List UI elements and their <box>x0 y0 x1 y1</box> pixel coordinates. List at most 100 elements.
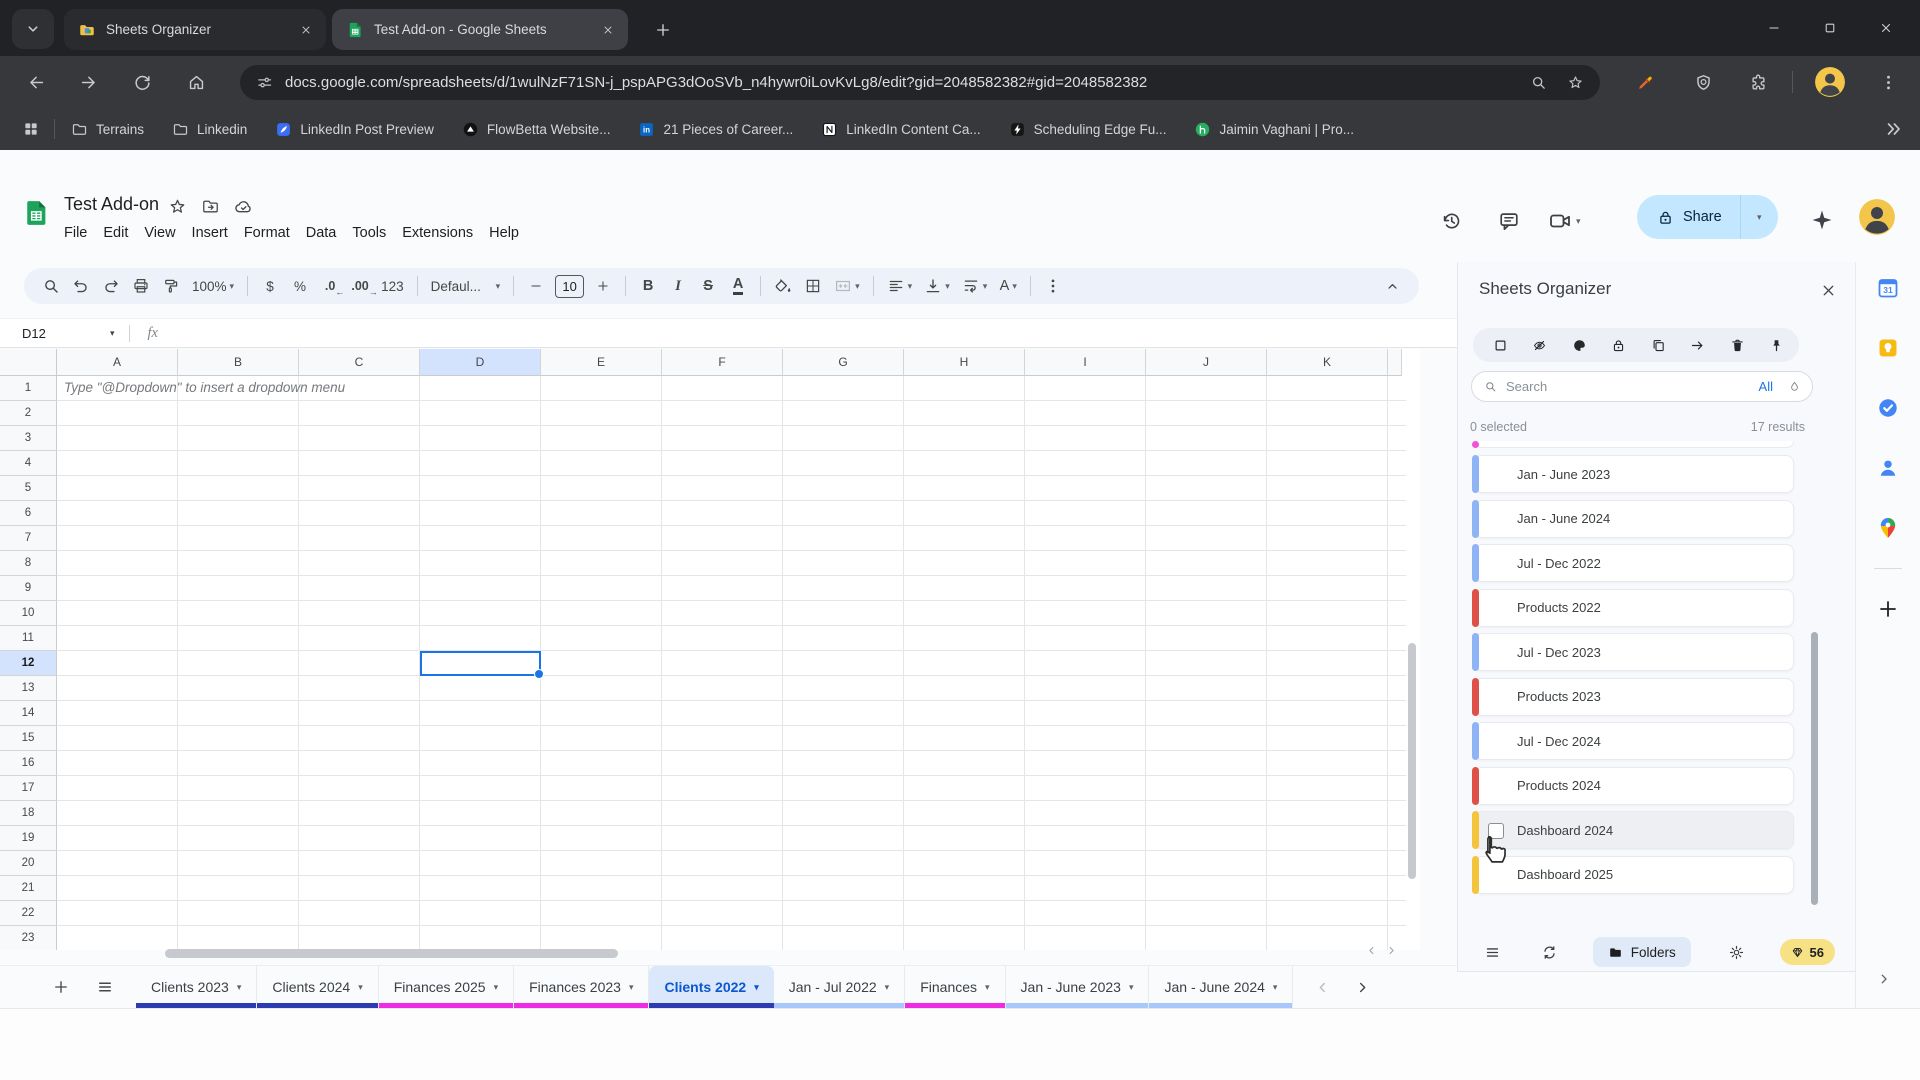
sheet-item-jan-june-2024[interactable]: Jan - June 2024 <box>1474 500 1794 538</box>
next-sheets-button[interactable] <box>1349 974 1375 1000</box>
menu-data[interactable]: Data <box>298 222 345 244</box>
bookmark-item[interactable]: Scheduling Edge Fu... <box>1009 121 1167 138</box>
caret-down-icon[interactable]: ▾ <box>110 328 115 339</box>
row-header-23[interactable]: 23 <box>0 926 57 950</box>
bold-button[interactable]: B <box>633 272 663 300</box>
zoom-select[interactable]: 100%▾ <box>186 272 240 300</box>
sheets-logo[interactable] <box>21 193 51 233</box>
select-all-corner[interactable] <box>0 349 57 376</box>
credits-badge[interactable]: 56 <box>1780 939 1835 965</box>
undo-button[interactable] <box>66 272 96 300</box>
settings-button[interactable] <box>1722 939 1748 965</box>
scroll-left-icon[interactable] <box>1366 945 1382 961</box>
bookmark-item[interactable]: Terrains <box>71 121 144 138</box>
calendar-icon[interactable]: 31 <box>1876 276 1900 300</box>
version-history-button[interactable] <box>1432 202 1470 240</box>
extensions-puzzle-icon[interactable] <box>1743 70 1767 94</box>
column-header-f[interactable]: F <box>662 349 783 376</box>
organizer-tool-color-icon[interactable] <box>1566 334 1588 356</box>
close-window-button[interactable] <box>1858 0 1914 56</box>
refresh-button[interactable] <box>1535 939 1561 965</box>
row-header-9[interactable]: 9 <box>0 576 57 601</box>
menu-tools[interactable]: Tools <box>344 222 394 244</box>
sheet-tab-jan-jul-2022[interactable]: Jan - Jul 2022▾ <box>774 966 905 1008</box>
column-header-h[interactable]: H <box>904 349 1025 376</box>
row-header-13[interactable]: 13 <box>0 676 57 701</box>
organizer-tool-move-icon[interactable] <box>1684 334 1706 356</box>
text-rotation-button[interactable]: A▾ <box>993 272 1023 300</box>
zoom-icon[interactable] <box>1530 74 1547 91</box>
sheet-item-products-2023[interactable]: Products 2023 <box>1474 678 1794 716</box>
font-size-input[interactable]: 10 <box>555 275 584 298</box>
merge-cells-button[interactable]: ▾ <box>828 272 866 300</box>
comments-button[interactable] <box>1490 202 1528 240</box>
sheet-tab-finances[interactable]: Finances▾ <box>905 966 1005 1008</box>
strikethrough-button[interactable]: S <box>693 272 723 300</box>
sheet-item-products-2022[interactable]: Products 2022 <box>1474 589 1794 627</box>
tab-close-icon[interactable] <box>296 20 316 40</box>
organizer-tool-pin-icon[interactable] <box>1763 334 1785 356</box>
sheet-item-jul-dec-2022[interactable]: Jul - Dec 2022 <box>1474 544 1794 582</box>
row-header-6[interactable]: 6 <box>0 501 57 526</box>
row-header-22[interactable]: 22 <box>0 901 57 926</box>
row-header-7[interactable]: 7 <box>0 526 57 551</box>
eyedropper-extension-icon[interactable] <box>1630 70 1654 94</box>
account-avatar[interactable] <box>1859 199 1895 235</box>
decrease-font-size-button[interactable] <box>521 272 551 300</box>
row-header-21[interactable]: 21 <box>0 876 57 901</box>
share-button[interactable]: Share <box>1637 195 1740 239</box>
browser-menu-button[interactable] <box>1873 70 1897 94</box>
share-dropdown-button[interactable]: ▾ <box>1740 195 1778 239</box>
toolbar-more-button[interactable] <box>1038 272 1068 300</box>
add-sheet-button[interactable] <box>46 972 76 1002</box>
row-header-1[interactable]: 1 <box>0 376 57 401</box>
toolbar-search-button[interactable] <box>36 272 66 300</box>
row-header-14[interactable]: 14 <box>0 701 57 726</box>
bookmark-item[interactable]: Linkedin <box>172 121 247 138</box>
menu-format[interactable]: Format <box>236 222 298 244</box>
document-title[interactable]: Test Add-on <box>64 194 159 215</box>
new-tab-button[interactable] <box>648 16 676 44</box>
column-header-d[interactable]: D <box>420 349 541 376</box>
bookmark-item[interactable]: 21 Pieces of Career... <box>638 121 793 138</box>
selected-cell-d12[interactable] <box>420 651 541 676</box>
sheet-item-dashboard-2025[interactable]: Dashboard 2025 <box>1474 856 1794 894</box>
contacts-icon[interactable] <box>1876 456 1900 480</box>
maps-icon[interactable] <box>1876 516 1900 540</box>
row-header-11[interactable]: 11 <box>0 626 57 651</box>
filter-all-button[interactable]: All <box>1759 379 1773 394</box>
back-button[interactable] <box>20 66 52 98</box>
paint-format-button[interactable] <box>156 272 186 300</box>
color-filter-button[interactable] <box>1782 378 1800 396</box>
bookmark-item[interactable]: LinkedIn Content Ca... <box>821 121 980 138</box>
bookmark-item[interactable]: LinkedIn Post Preview <box>275 121 434 138</box>
star-document-icon[interactable] <box>168 197 187 216</box>
name-box[interactable]: D12 <box>0 326 110 341</box>
menu-file[interactable]: File <box>56 222 95 244</box>
scrolled-sheet-item-partial[interactable] <box>1474 441 1794 448</box>
organizer-tool-duplicate-icon[interactable] <box>1645 334 1667 356</box>
sheet-item-jan-june-2023[interactable]: Jan - June 2023 <box>1474 455 1794 493</box>
row-header-10[interactable]: 10 <box>0 601 57 626</box>
sheet-item-dashboard-2024[interactable]: Dashboard 2024 <box>1474 811 1794 849</box>
organizer-search-bar[interactable]: Search All <box>1471 371 1813 402</box>
column-header-b[interactable]: B <box>178 349 299 376</box>
hide-menus-button[interactable] <box>1377 272 1407 300</box>
organizer-tool-select-icon[interactable] <box>1487 334 1509 356</box>
vertical-scrollbar[interactable] <box>1408 643 1416 879</box>
folders-button[interactable]: Folders <box>1593 937 1691 967</box>
forward-button[interactable] <box>72 66 104 98</box>
column-header-c[interactable]: C <box>299 349 420 376</box>
column-header-g[interactable]: G <box>783 349 904 376</box>
tab-close-icon[interactable] <box>598 20 618 40</box>
column-header-i[interactable]: I <box>1025 349 1146 376</box>
organizer-tool-delete-icon[interactable] <box>1724 334 1746 356</box>
menu-extensions[interactable]: Extensions <box>394 222 481 244</box>
browser-profile-avatar[interactable] <box>1815 67 1845 97</box>
fill-handle[interactable] <box>534 669 544 679</box>
row-header-16[interactable]: 16 <box>0 751 57 776</box>
vertical-align-button[interactable]: ▾ <box>918 272 956 300</box>
column-header-j[interactable]: J <box>1146 349 1267 376</box>
organizer-scrollbar[interactable] <box>1811 632 1818 905</box>
redo-button[interactable] <box>96 272 126 300</box>
